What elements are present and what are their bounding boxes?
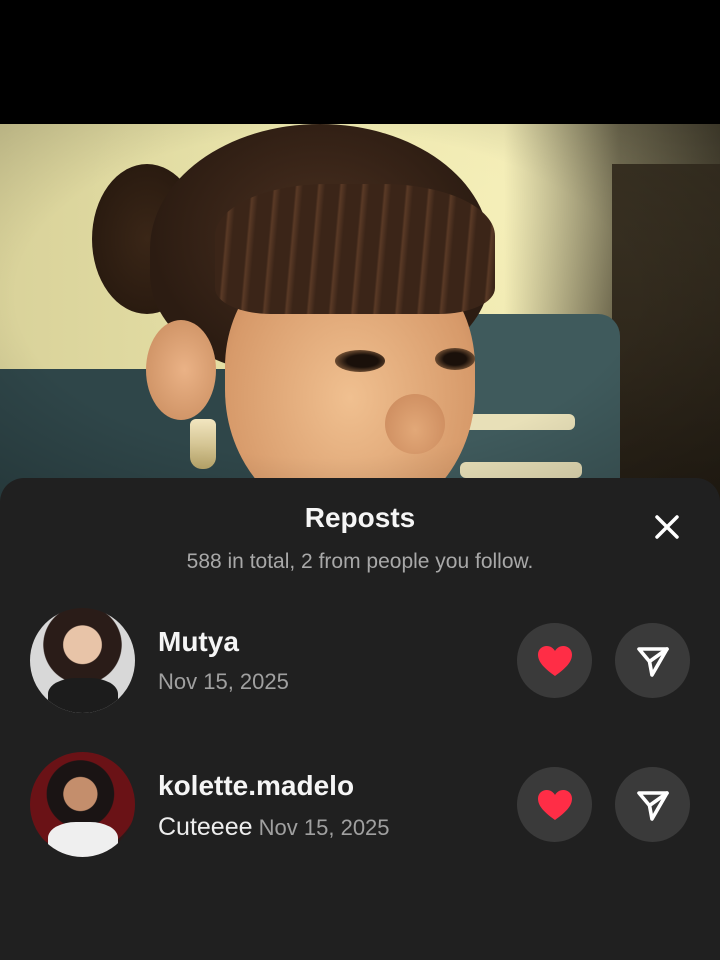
close-button[interactable] — [646, 506, 688, 548]
repost-caption: Cuteeee — [158, 813, 253, 841]
username[interactable]: Mutya — [158, 626, 239, 658]
repost-date: Nov 15, 2025 — [158, 669, 289, 694]
post-photo[interactable] — [0, 124, 720, 504]
close-icon — [655, 515, 679, 539]
repost-row[interactable]: Mutya Nov 15, 2025 — [0, 606, 720, 716]
send-icon — [636, 646, 669, 677]
username[interactable]: kolette.madelo — [158, 770, 354, 802]
sheet-subtitle: 588 in total, 2 from people you follow. — [186, 550, 534, 573]
share-button[interactable] — [615, 767, 690, 842]
photo-vignette — [0, 124, 720, 504]
reposts-sheet: Reposts 588 in total, 2 from people you … — [0, 478, 720, 960]
avatar-shoulder — [48, 678, 118, 713]
repost-date: Nov 15, 2025 — [258, 815, 390, 840]
sheet-title: Reposts — [304, 502, 416, 533]
like-button[interactable] — [517, 623, 592, 698]
avatar[interactable] — [30, 608, 135, 713]
repost-row[interactable]: kolette.madelo Cuteeee Nov 15, 2025 — [0, 750, 720, 860]
repost-meta: Cuteeee Nov 15, 2025 — [158, 813, 390, 842]
like-button[interactable] — [517, 767, 592, 842]
avatar-shoulder — [48, 822, 118, 857]
heart-icon — [537, 645, 572, 676]
top-black-bar — [0, 0, 720, 124]
send-icon — [636, 790, 669, 821]
heart-icon — [537, 789, 572, 820]
repost-meta: Nov 15, 2025 — [158, 669, 289, 695]
share-button[interactable] — [615, 623, 690, 698]
avatar[interactable] — [30, 752, 135, 857]
